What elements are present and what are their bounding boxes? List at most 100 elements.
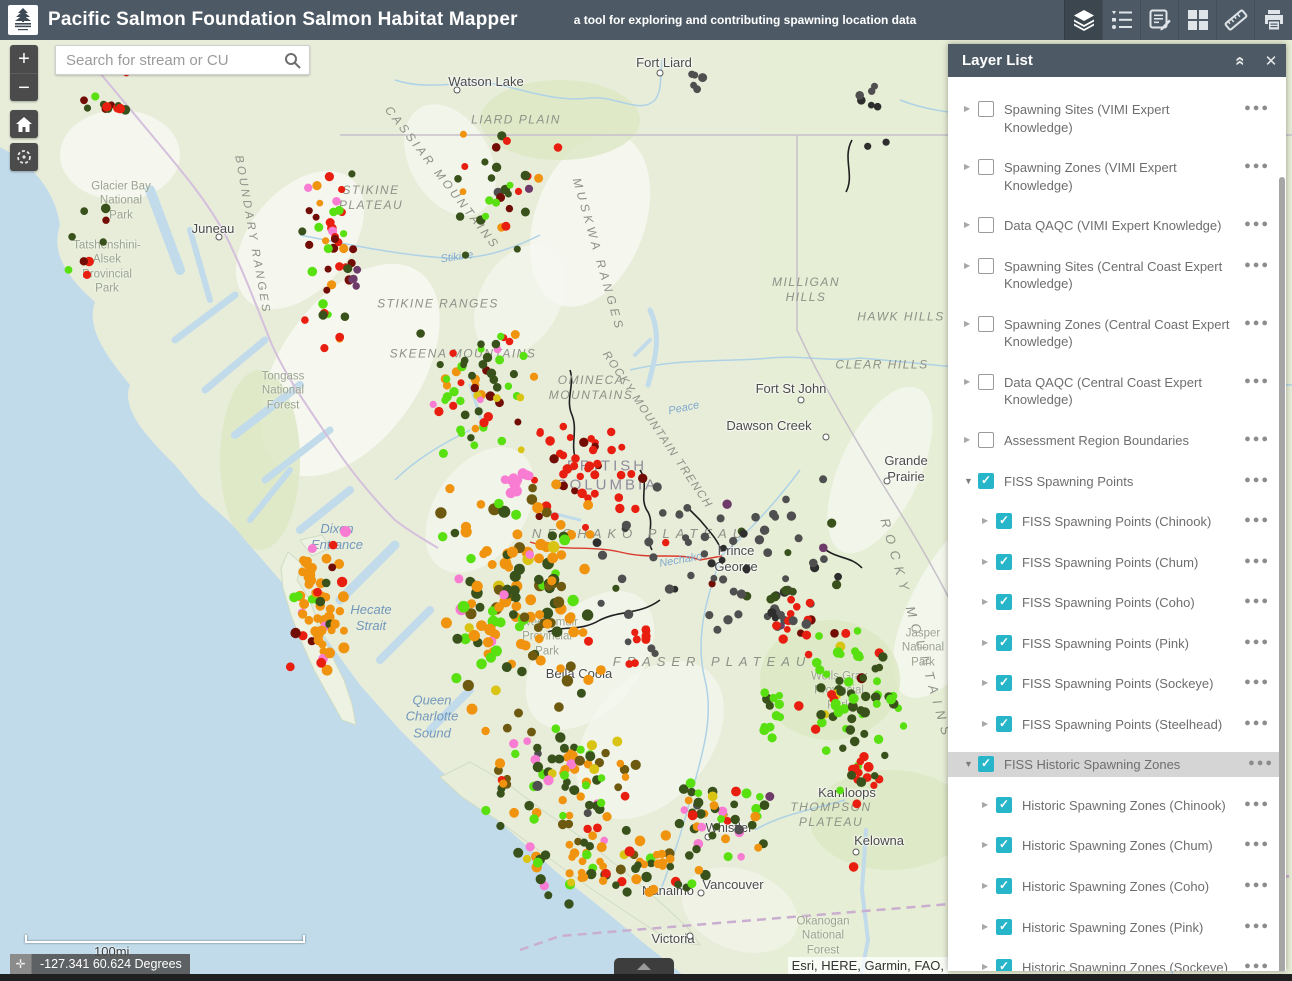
layer-item-row[interactable]: ▶Assessment Region Boundaries●●● — [964, 428, 1276, 453]
layer-visibility-checkbox[interactable] — [978, 756, 994, 772]
locate-button[interactable] — [10, 143, 38, 171]
expand-arrow-icon[interactable]: ▶ — [982, 922, 994, 931]
expand-arrow-icon[interactable]: ▶ — [964, 261, 976, 270]
layer-item-label[interactable]: Spawning Zones (Central Coast Expert Kno… — [1004, 315, 1238, 351]
layer-item-row[interactable]: ▼ FISS Spawning Points●●● — [964, 469, 1276, 494]
layer-visibility-checkbox[interactable] — [978, 374, 994, 390]
layer-item-label[interactable]: Data QAQC (Central Coast Expert Knowledg… — [1004, 373, 1238, 409]
layer-item-label[interactable]: Historic Spawning Zones (Pink) — [1022, 918, 1238, 937]
layer-item-row[interactable]: ▶ FISS Spawning Points (Pink)●●● — [964, 631, 1276, 656]
layer-item-row[interactable]: ▶ FISS Spawning Points (Coho)●●● — [964, 590, 1276, 615]
collapse-arrow-icon[interactable]: ▼ — [964, 476, 976, 486]
layer-menu-button[interactable]: ●●● — [1238, 836, 1272, 850]
layer-menu-button[interactable]: ●●● — [1238, 553, 1272, 567]
zoom-in-button[interactable]: + — [10, 45, 38, 73]
layer-item-label[interactable]: FISS Spawning Points — [1004, 472, 1238, 491]
layer-item-label[interactable]: Historic Spawning Zones (Chinook) — [1022, 796, 1238, 815]
expand-arrow-icon[interactable]: ▶ — [964, 319, 976, 328]
layer-item-row[interactable]: ▶Data QAQC (VIMI Expert Knowledge)●●● — [964, 213, 1276, 238]
search-icon[interactable] — [284, 52, 301, 69]
layer-item-row[interactable]: ▶ Spawning Sites (VIMI Expert Knowledge)●… — [964, 97, 1276, 139]
expand-arrow-icon[interactable]: ▶ — [964, 220, 976, 229]
expand-arrow-icon[interactable]: ▶ — [982, 516, 994, 525]
layer-item-row[interactable]: ▶Historic Spawning Zones (Coho)●●● — [964, 874, 1276, 899]
layer-menu-button[interactable]: ●●● — [1242, 755, 1276, 769]
search-input[interactable] — [56, 52, 284, 69]
layer-item-label[interactable]: Spawning Zones (VIMI Expert Knowledge) — [1004, 158, 1238, 194]
expand-arrow-icon[interactable]: ▶ — [982, 962, 994, 971]
layer-item-label[interactable]: FISS Spawning Points (Coho) — [1022, 593, 1238, 612]
layer-visibility-checkbox[interactable] — [996, 837, 1012, 853]
layer-visibility-checkbox[interactable] — [978, 159, 994, 175]
expand-arrow-icon[interactable]: ▶ — [982, 881, 994, 890]
layer-item-row[interactable]: ▶ Spawning Zones (Central Coast Expert Kn… — [964, 312, 1276, 354]
layer-item-row[interactable]: ▶ Spawning Sites (Central Coast Expert Kn… — [964, 254, 1276, 296]
expand-arrow-icon[interactable]: ▶ — [982, 638, 994, 647]
layer-item-label[interactable]: Spawning Sites (VIMI Expert Knowledge) — [1004, 100, 1238, 136]
layer-item-row[interactable]: ▼ FISS Historic Spawning Zones●●● — [948, 752, 1280, 777]
layer-item-row[interactable]: ▶ Data QAQC (Central Coast Expert Knowled… — [964, 370, 1276, 412]
layer-item-label[interactable]: Historic Spawning Zones (Sockeye) — [1022, 958, 1238, 971]
expand-arrow-icon[interactable]: ▶ — [964, 104, 976, 113]
layer-visibility-checkbox[interactable] — [996, 594, 1012, 610]
layer-item-row[interactable]: ▶Historic Spawning Zones (Chum)●●● — [964, 833, 1276, 858]
layer-item-label[interactable]: FISS Spawning Points (Chinook) — [1022, 512, 1238, 531]
print-widget-button[interactable] — [1254, 0, 1292, 40]
layer-item-label[interactable]: FISS Spawning Points (Chum) — [1022, 553, 1238, 572]
zoom-out-button[interactable]: − — [10, 73, 38, 101]
layer-menu-button[interactable]: ●●● — [1238, 674, 1272, 688]
layer-menu-button[interactable]: ●●● — [1238, 593, 1272, 607]
layers-widget-button[interactable] — [1064, 0, 1102, 40]
collapse-arrow-icon[interactable]: ▼ — [964, 759, 976, 769]
layer-visibility-checkbox[interactable] — [978, 473, 994, 489]
layer-item-label[interactable]: FISS Historic Spawning Zones — [1004, 755, 1242, 774]
layer-item-label[interactable]: Spawning Sites (Central Coast Expert Kno… — [1004, 257, 1238, 293]
edit-report-widget-button[interactable] — [1140, 0, 1178, 40]
layer-visibility-checkbox[interactable] — [978, 217, 994, 233]
expand-arrow-icon[interactable]: ▶ — [964, 435, 976, 444]
home-button[interactable] — [10, 110, 38, 138]
layer-menu-button[interactable]: ●●● — [1238, 158, 1272, 172]
measure-widget-button[interactable] — [1216, 0, 1254, 40]
layer-item-label[interactable]: FISS Spawning Points (Pink) — [1022, 634, 1238, 653]
layer-visibility-checkbox[interactable] — [996, 959, 1012, 971]
expand-arrow-icon[interactable]: ▶ — [982, 719, 994, 728]
layer-visibility-checkbox[interactable] — [978, 101, 994, 117]
attribute-table-edge[interactable] — [0, 974, 1292, 981]
layer-visibility-checkbox[interactable] — [978, 316, 994, 332]
expand-arrow-icon[interactable]: ▶ — [982, 800, 994, 809]
layer-item-row[interactable]: ▶ Historic Spawning Zones (Pink)●●● — [964, 915, 1276, 940]
attribute-table-tab[interactable] — [614, 958, 674, 974]
expand-arrow-icon[interactable]: ▶ — [982, 678, 994, 687]
close-panel-button[interactable]: ✕ — [1256, 44, 1286, 77]
layer-visibility-checkbox[interactable] — [996, 878, 1012, 894]
layer-menu-button[interactable]: ●●● — [1238, 257, 1272, 271]
layer-menu-button[interactable]: ●●● — [1238, 373, 1272, 387]
layer-visibility-checkbox[interactable] — [996, 635, 1012, 651]
layer-item-row[interactable]: ▶Spawning Zones (VIMI Expert Knowledge)●… — [964, 155, 1276, 197]
layer-visibility-checkbox[interactable] — [996, 675, 1012, 691]
layer-item-label[interactable]: FISS Spawning Points (Steelhead) — [1022, 715, 1238, 734]
layer-menu-button[interactable]: ●●● — [1238, 715, 1272, 729]
layer-visibility-checkbox[interactable] — [996, 716, 1012, 732]
layer-visibility-checkbox[interactable] — [996, 797, 1012, 813]
layer-menu-button[interactable]: ●●● — [1238, 918, 1272, 932]
layer-menu-button[interactable]: ●●● — [1238, 958, 1272, 971]
layer-visibility-checkbox[interactable] — [978, 432, 994, 448]
expand-arrow-icon[interactable]: ▶ — [982, 557, 994, 566]
layer-menu-button[interactable]: ●●● — [1238, 796, 1272, 810]
layer-menu-button[interactable]: ●●● — [1238, 100, 1272, 114]
expand-arrow-icon[interactable]: ▶ — [982, 597, 994, 606]
layer-item-row[interactable]: ▶ FISS Spawning Points (Chum)●●● — [964, 550, 1276, 575]
layer-menu-button[interactable]: ●●● — [1238, 512, 1272, 526]
layer-item-label[interactable]: FISS Spawning Points (Sockeye) — [1022, 674, 1238, 693]
basemap-gallery-widget-button[interactable] — [1178, 0, 1216, 40]
layer-item-label[interactable]: Data QAQC (VIMI Expert Knowledge) — [1004, 216, 1238, 235]
layer-visibility-checkbox[interactable] — [996, 919, 1012, 935]
expand-arrow-icon[interactable]: ▶ — [964, 377, 976, 386]
layer-menu-button[interactable]: ●●● — [1238, 472, 1272, 486]
coordinate-capture-icon[interactable]: ✛ — [10, 954, 32, 974]
layer-item-label[interactable]: Assessment Region Boundaries — [1004, 431, 1238, 450]
layer-menu-button[interactable]: ●●● — [1238, 634, 1272, 648]
layer-item-row[interactable]: ▶ Historic Spawning Zones (Chinook)●●● — [964, 793, 1276, 818]
